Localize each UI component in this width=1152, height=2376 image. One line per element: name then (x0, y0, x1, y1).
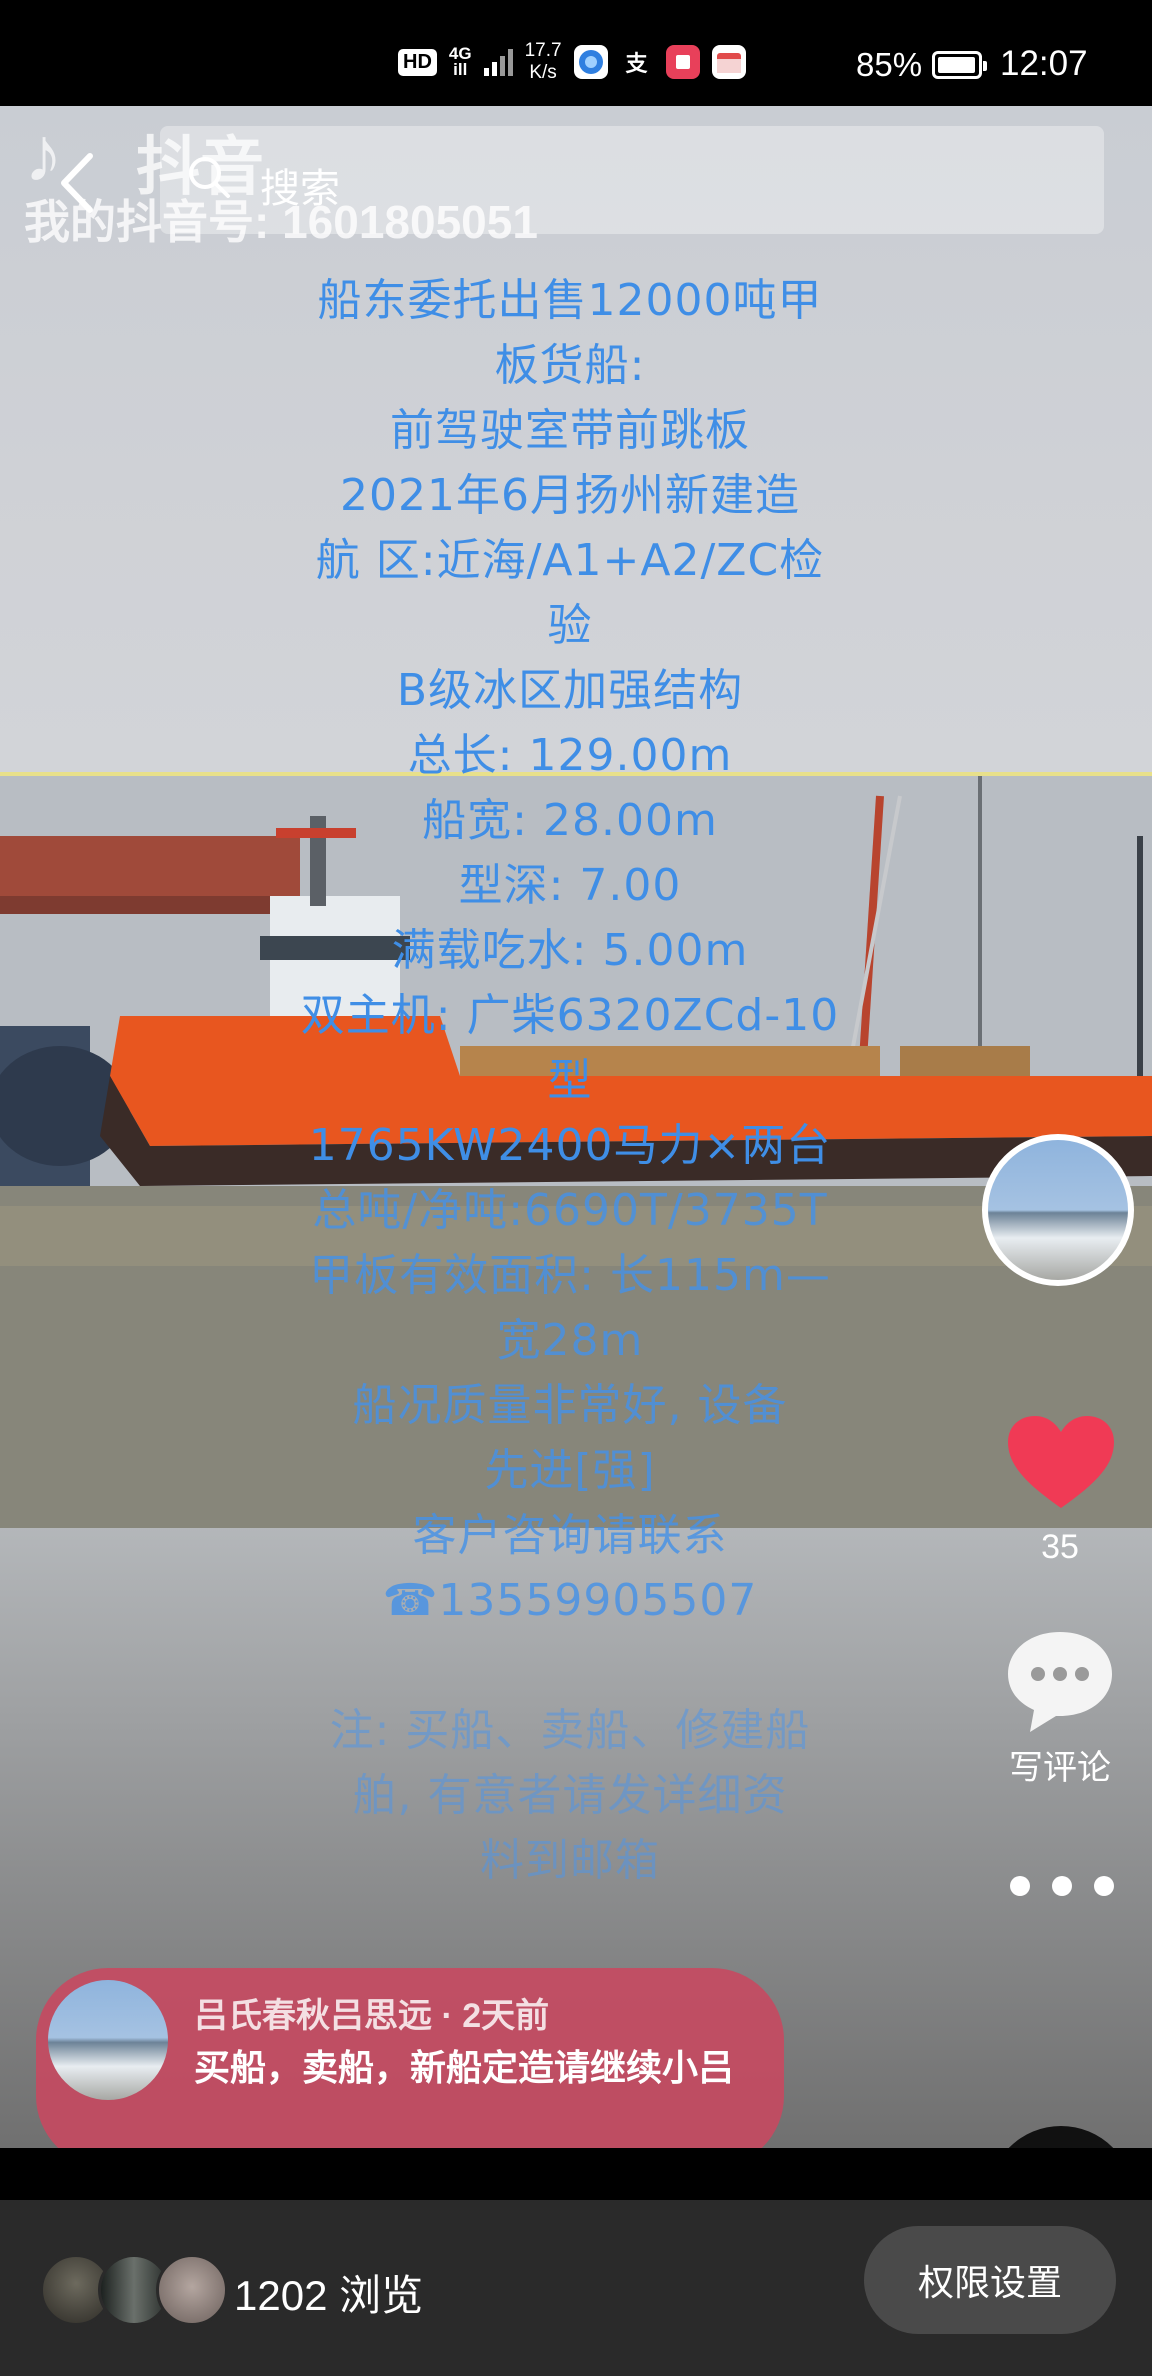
permission-settings-button[interactable]: 权限设置 (864, 2226, 1116, 2334)
view-count[interactable]: 1202 浏览 (234, 2262, 423, 2323)
notes-icon (665, 45, 700, 79)
caption-line: 前驾驶室带前跳板 (390, 405, 750, 456)
battery-percent: 85% (856, 46, 923, 83)
caption-line: 船宽: 28.00m (422, 795, 718, 846)
caption-line: 2021年6月扬州新建造 (340, 470, 800, 521)
clock: 12:07 (1000, 44, 1088, 83)
divider-strip (0, 2148, 1152, 2200)
search-input[interactable]: 搜索 (260, 156, 340, 214)
caption-line: 舶, 有意者请发详细资 (352, 1770, 788, 1821)
caption-line: 船东委托出售12000吨甲 (317, 275, 823, 326)
calendar-icon (711, 45, 746, 79)
status-icons: HD 4G ill 17.7 K/s 支 (398, 40, 746, 84)
caption-line: 型 (547, 1055, 593, 1106)
comment-bubble[interactable]: 吕氏春秋吕思远 · 2天前 买船，卖船，新船定造请继续小吕 (36, 1968, 784, 2148)
comment-text: 买船，卖船，新船定造请继续小吕 (194, 2047, 735, 2088)
caption-line: 1765KW2400马力×两台 (308, 1120, 832, 1171)
caption-line: 注: 买船、卖船、修建船 (329, 1705, 811, 1756)
commenter-avatar[interactable] (48, 1980, 168, 2100)
caption-line: 总吨/净吨:6690T/3735T (312, 1185, 828, 1236)
screen: HD 4G ill 17.7 K/s 支 85% 12:07 ♪ 抖音 我的抖音… (0, 0, 1152, 2376)
video-caption-overlay: 船东委托出售12000吨甲 板货船: 前驾驶室带前跳板 2021年6月扬州新建造航 区… (280, 268, 860, 1893)
caption-line: ☎13559905507 (382, 1575, 758, 1626)
network-indicator: 4G ill (449, 45, 472, 79)
more-options-icon[interactable] (1010, 1866, 1114, 1906)
battery-level (938, 57, 976, 73)
like-count: 35 (1041, 1528, 1079, 1566)
alipay-icon: 支 (625, 51, 648, 76)
caption-line: 船况质量非常好, 设备 (352, 1380, 788, 1431)
viewer-avatar[interactable] (156, 2254, 228, 2326)
like-heart-icon[interactable] (1004, 1412, 1118, 1512)
caption-line: 先进[强] (484, 1445, 656, 1496)
caption-line: 型深: 7.00 (458, 860, 682, 911)
battery-icon (932, 51, 988, 79)
back-arrow-icon[interactable] (52, 148, 102, 218)
comment-bubble-icon[interactable] (1002, 1626, 1118, 1738)
bottom-bar: 1202 浏览 权限设置 (0, 2200, 1152, 2376)
hd-badge: HD (398, 48, 437, 76)
author-avatar[interactable] (982, 1134, 1134, 1286)
caption-line: 航 区:近海/A1+A2/ZC检 (315, 535, 825, 586)
network-speed: 17.7 K/s (525, 40, 562, 84)
caption-line: 客户咨询请联系 (412, 1510, 728, 1561)
comment-label[interactable]: 写评论 (982, 1740, 1138, 1789)
viewer-avatars[interactable] (40, 2254, 228, 2326)
status-bar: HD 4G ill 17.7 K/s 支 85% 12:07 (0, 0, 1152, 106)
caption-line: 验 (547, 600, 593, 651)
caption-line: 满载吃水: 5.00m (391, 925, 749, 976)
battery-status: 85% (856, 46, 988, 84)
video-player[interactable]: ♪ 抖音 我的抖音号: 1601805051 搜索 船东委托出售12000吨甲板… (0, 106, 1152, 2148)
signal-icon (483, 48, 513, 76)
browser-icon (573, 45, 608, 79)
caption-line: 料到邮箱 (480, 1835, 660, 1886)
caption-line: 双主机: 广柴6320ZCd-10 (300, 990, 840, 1041)
caption-line: 板货船: (494, 340, 646, 391)
caption-line: 宽28m (496, 1315, 644, 1366)
caption-line: B级冰区加强结构 (396, 665, 744, 716)
network-activity: ill (453, 60, 468, 79)
caption-line (280, 1633, 860, 1698)
comment-meta: 吕氏春秋吕思远 · 2天前 (194, 1997, 550, 2035)
speed-value: 17.7 (524, 40, 562, 61)
search-icon[interactable] (186, 154, 232, 200)
caption-line: 甲板有效面积: 长115m— (309, 1250, 831, 1301)
speed-unit: K/s (529, 62, 557, 83)
caption-line: 总长: 129.00m (407, 730, 733, 781)
